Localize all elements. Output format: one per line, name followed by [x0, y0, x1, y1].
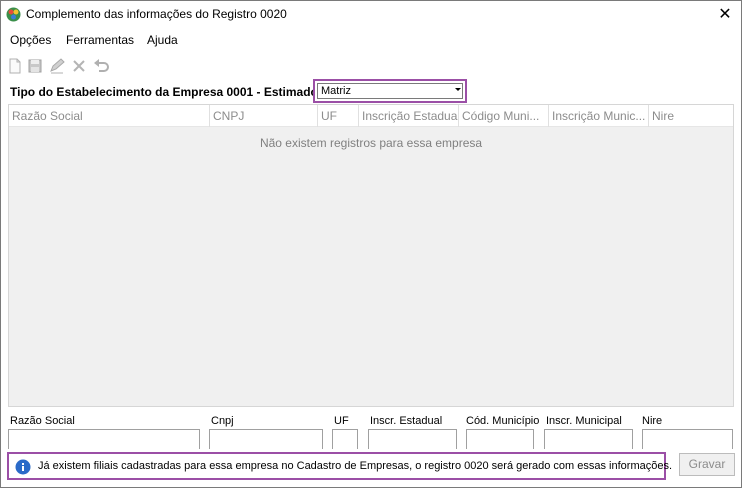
- menu-opcoes[interactable]: Opções: [10, 33, 51, 47]
- col-cnpj[interactable]: CNPJ: [210, 105, 318, 127]
- title-bar[interactable]: Complemento das informações do Registro …: [1, 1, 741, 29]
- menu-ferramentas[interactable]: Ferramentas: [66, 33, 134, 47]
- select-value: Matriz: [317, 83, 463, 99]
- undo-icon[interactable]: [92, 57, 110, 75]
- menu-bar: Opções Ferramentas Ajuda: [1, 29, 741, 51]
- dialog-window: Complemento das informações do Registro …: [0, 0, 742, 488]
- menu-ajuda[interactable]: Ajuda: [147, 33, 178, 47]
- uf-input[interactable]: [332, 429, 358, 449]
- new-file-icon[interactable]: [6, 57, 24, 75]
- toolbar: [1, 53, 741, 79]
- app-icon: [6, 7, 21, 22]
- info-banner: Já existem filiais cadastradas para essa…: [7, 452, 672, 480]
- label-inscr-municipal: Inscr. Municipal: [546, 415, 622, 427]
- close-icon[interactable]: ✕: [709, 1, 741, 29]
- nire-input[interactable]: [642, 429, 733, 449]
- cod-municipio-input[interactable]: [466, 429, 534, 449]
- label-nire: Nire: [642, 415, 663, 427]
- tipo-estabelecimento-select[interactable]: Matriz: [313, 79, 467, 103]
- inscr-municipal-input[interactable]: [544, 429, 633, 449]
- info-icon: [15, 459, 31, 475]
- edit-icon[interactable]: [48, 57, 66, 75]
- delete-icon[interactable]: [70, 57, 88, 75]
- label-razao-social: Razão Social: [10, 415, 75, 427]
- label-inscr-estadual: Inscr. Estadual: [370, 415, 443, 427]
- records-grid[interactable]: Razão Social CNPJ UF Inscrição Estadual …: [8, 104, 734, 407]
- razao-social-input[interactable]: [8, 429, 200, 449]
- tipo-estabelecimento-label: Tipo do Estabelecimento da Empresa 0001 …: [10, 85, 318, 99]
- cnpj-input[interactable]: [209, 429, 323, 449]
- label-cod-municipio: Cód. Município: [466, 415, 540, 427]
- empty-grid-message: Não existem registros para essa empresa: [259, 136, 483, 150]
- grid-header: Razão Social CNPJ UF Inscrição Estadual …: [9, 105, 733, 127]
- gravar-button[interactable]: Gravar: [679, 453, 735, 476]
- col-razao-social[interactable]: Razão Social: [9, 105, 210, 127]
- label-cnpj: Cnpj: [211, 415, 234, 427]
- dropdown-arrow-icon[interactable]: [453, 83, 463, 93]
- info-message: Já existem filiais cadastradas para essa…: [38, 460, 673, 472]
- label-uf: UF: [334, 415, 349, 427]
- col-inscricao-estadual[interactable]: Inscrição Estadual: [359, 105, 459, 127]
- window-title: Complemento das informações do Registro …: [26, 7, 287, 21]
- col-inscricao-municipal[interactable]: Inscrição Munic...: [549, 105, 649, 127]
- col-codigo-municipio[interactable]: Código Muni...: [459, 105, 549, 127]
- inscr-estadual-input[interactable]: [368, 429, 457, 449]
- save-icon[interactable]: [26, 57, 44, 75]
- col-nire[interactable]: Nire: [649, 105, 733, 127]
- col-uf[interactable]: UF: [318, 105, 359, 127]
